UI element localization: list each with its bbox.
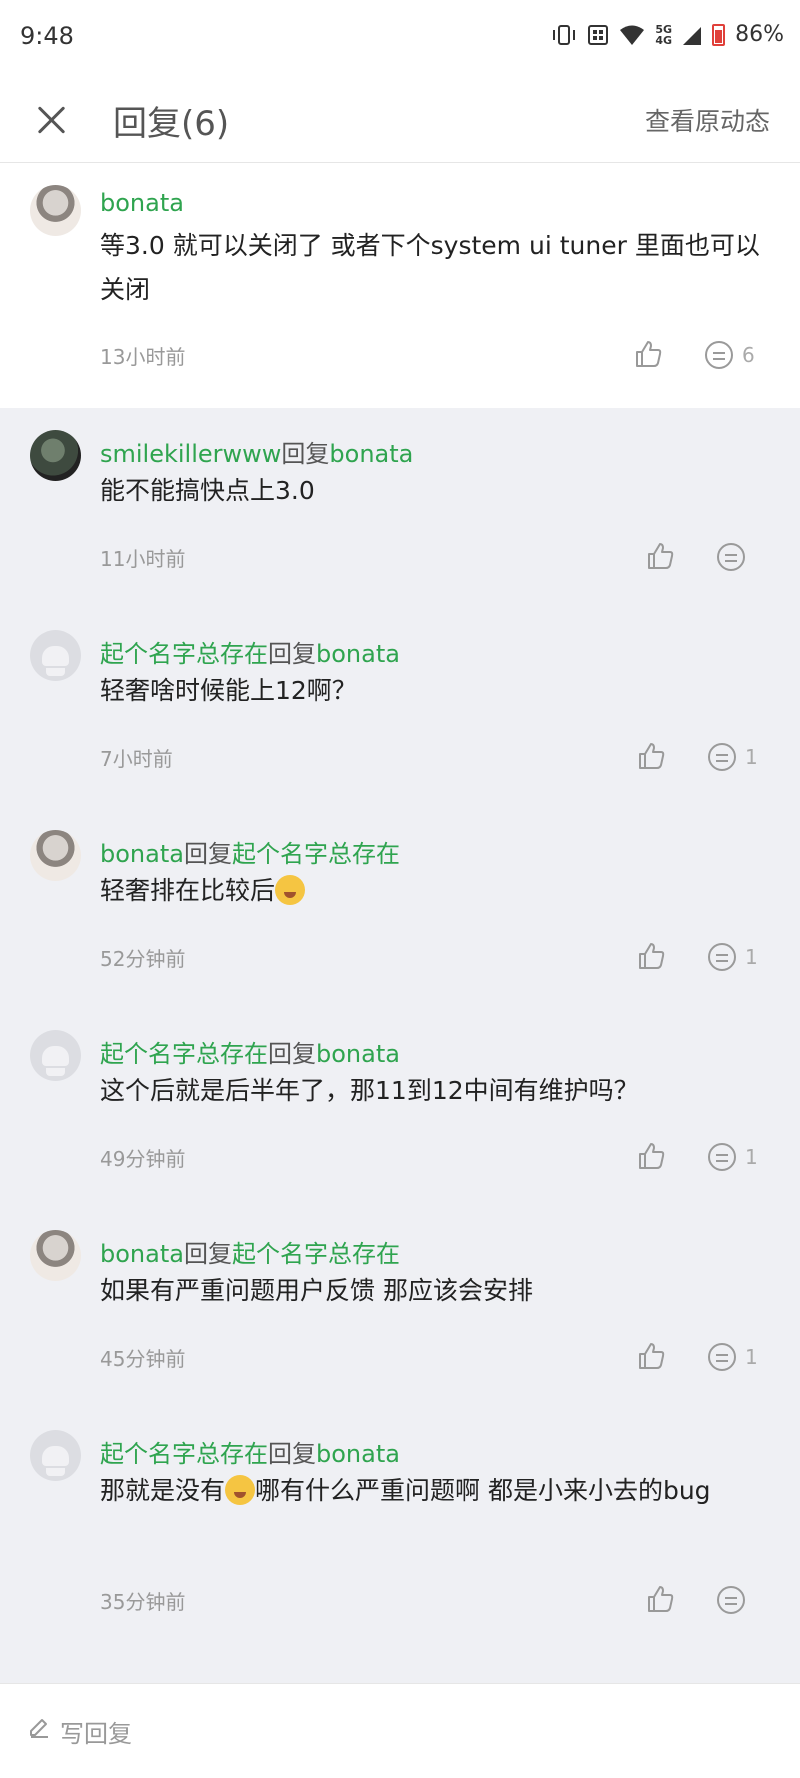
- reply-author-line: 起个名字总存在回复bonata: [100, 1434, 400, 1469]
- like-icon[interactable]: [636, 1341, 666, 1371]
- reply-count: 1: [745, 1345, 758, 1369]
- reply-text: 如果有严重问题用户反馈 那应该会安排: [100, 1276, 533, 1305]
- reply-count: 6: [742, 343, 755, 367]
- dizzy-face-emoji: [275, 875, 306, 905]
- avatar[interactable]: [30, 630, 81, 681]
- write-reply-label[interactable]: 写回复: [60, 1714, 132, 1749]
- vibrate-icon: [553, 24, 576, 45]
- avatar[interactable]: [30, 430, 81, 481]
- reply-count: 1: [745, 1145, 758, 1169]
- reply-text: 轻奢啥时候能上12啊？: [100, 676, 357, 705]
- reply-time: 49分钟前: [100, 1147, 186, 1171]
- avatar[interactable]: [30, 1430, 81, 1481]
- reply-word: 回复: [281, 440, 330, 468]
- battery-icon: [712, 23, 726, 46]
- main-comment: bonata 等3.0 就可以关闭了 或者下个system ui tuner 里…: [0, 163, 800, 408]
- nfc-icon: [588, 24, 609, 45]
- reply-icon[interactable]: [708, 943, 736, 971]
- status-bar: 9:48 5G 4G 86%: [0, 0, 800, 76]
- reply-text: 轻奢排在比较后: [100, 869, 760, 913]
- reply-count: 1: [745, 745, 758, 769]
- pencil-icon: [30, 1719, 48, 1738]
- wifi-icon: [620, 25, 645, 45]
- reply-icon[interactable]: [708, 743, 736, 771]
- reply-word: 回复: [268, 1440, 316, 1468]
- comment-author[interactable]: bonata: [100, 189, 184, 217]
- like-icon[interactable]: [636, 741, 666, 771]
- reply-author[interactable]: 起个名字总存在: [100, 1440, 268, 1468]
- replies-list: smilekillerwww回复bonata 能不能搞快点上3.0 11小时前 …: [0, 408, 800, 1683]
- reply-author-line: 起个名字总存在回复bonata: [100, 634, 400, 669]
- write-reply-bar[interactable]: 写回复: [0, 1683, 800, 1778]
- reply-author-line: smilekillerwww回复bonata: [100, 434, 413, 469]
- reply-icon[interactable]: [717, 543, 745, 571]
- reply-author[interactable]: smilekillerwww: [100, 440, 281, 468]
- comment-time: 13小时前: [100, 345, 186, 369]
- reply-author[interactable]: 起个名字总存在: [100, 640, 268, 668]
- like-icon[interactable]: [636, 1141, 666, 1171]
- reply-author-line: bonata回复起个名字总存在: [100, 834, 400, 869]
- reply-target[interactable]: bonata: [316, 1440, 400, 1468]
- reply-word: 回复: [268, 640, 316, 668]
- reply-icon[interactable]: [717, 1586, 745, 1614]
- reply-time: 7小时前: [100, 747, 173, 771]
- reply-target[interactable]: bonata: [329, 440, 413, 468]
- reply-count: 1: [745, 945, 758, 969]
- reply-target[interactable]: bonata: [316, 640, 400, 668]
- page-title: 回复(6): [113, 104, 230, 144]
- reply-target[interactable]: 起个名字总存在: [232, 1240, 400, 1268]
- reply-text: 那就是没有 哪有什么严重问题啊 都是小来小去的bug: [100, 1475, 711, 1505]
- reply-icon[interactable]: [705, 341, 733, 369]
- reply-time: 35分钟前: [100, 1590, 186, 1614]
- reply-author[interactable]: bonata: [100, 1240, 184, 1268]
- view-original-post-link[interactable]: 查看原动态: [645, 102, 770, 138]
- reply-target[interactable]: 起个名字总存在: [232, 840, 400, 868]
- network-type: 5G 4G: [655, 22, 673, 47]
- reply-time: 11小时前: [100, 547, 186, 571]
- reply-word: 回复: [268, 1040, 316, 1068]
- avatar[interactable]: [30, 185, 81, 236]
- comment-text: 等3.0 就可以关闭了 或者下个system ui tuner 里面也可以关闭: [100, 231, 760, 304]
- header: 回复(6) 查看原动态: [0, 76, 800, 163]
- reply-author[interactable]: 起个名字总存在: [100, 1040, 268, 1068]
- shocked-face-emoji: [225, 1475, 256, 1505]
- reply-author-line: 起个名字总存在回复bonata: [100, 1034, 400, 1069]
- avatar[interactable]: [30, 1030, 81, 1081]
- reply-icon[interactable]: [708, 1343, 736, 1371]
- avatar[interactable]: [30, 1230, 81, 1281]
- like-icon[interactable]: [636, 941, 666, 971]
- reply-author-line: bonata回复起个名字总存在: [100, 1234, 400, 1269]
- status-time: 9:48: [20, 22, 74, 50]
- reply-text: 这个后就是后半年了，那11到12中间有维护吗？: [100, 1076, 639, 1105]
- battery-percent: 86%: [735, 22, 784, 47]
- reply-word: 回复: [183, 840, 232, 868]
- avatar[interactable]: [30, 830, 81, 881]
- like-icon[interactable]: [645, 1584, 675, 1614]
- close-icon[interactable]: [30, 98, 74, 142]
- reply-word: 回复: [183, 1240, 232, 1268]
- reply-time: 45分钟前: [100, 1347, 186, 1371]
- like-icon[interactable]: [645, 541, 675, 571]
- reply-icon[interactable]: [708, 1143, 736, 1171]
- reply-time: 52分钟前: [100, 947, 186, 971]
- signal-icon: [683, 26, 702, 45]
- status-icons: 5G 4G 86%: [551, 22, 784, 47]
- reply-text: 能不能搞快点上3.0: [100, 476, 315, 505]
- like-icon[interactable]: [633, 339, 663, 369]
- reply-target[interactable]: bonata: [316, 1040, 400, 1068]
- reply-author[interactable]: bonata: [100, 840, 184, 868]
